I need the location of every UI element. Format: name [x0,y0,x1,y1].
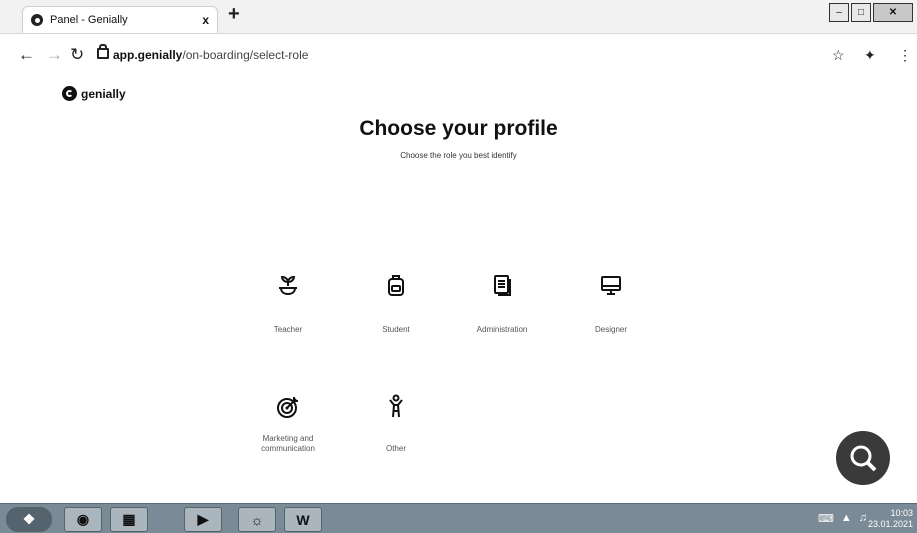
lock-icon [97,44,109,59]
role-label: Student [382,325,410,334]
role-card-designer[interactable]: Designer [566,273,656,335]
role-label: Administration [476,325,528,334]
magnifier-icon [850,445,877,472]
backpack-icon [388,275,404,296]
volume-icon[interactable]: ♫ [859,512,867,525]
close-window-button[interactable]: ✕ [873,3,913,22]
new-tab-button[interactable]: + [228,4,240,24]
url-path: /on-boarding/select-role [182,48,309,62]
genially-favicon-icon [31,14,43,26]
window-controls: – □ ✕ [829,3,913,22]
plant-icon [279,275,297,296]
keyboard-icon[interactable]: ⌨ [818,512,834,525]
person-icon [389,394,403,418]
role-label: Designer [594,325,627,334]
tab-title: Panel - Genially [50,14,128,26]
extension-icon[interactable]: ✦ [864,45,876,65]
tab-close-button[interactable]: x [202,13,209,27]
start-button[interactable]: ❖ [6,507,52,532]
network-icon[interactable]: ▲ [841,512,852,525]
genially-logo-icon [62,86,77,101]
system-tray: ⌨ ▲ ♫ [818,512,867,525]
role-label: Teacher [273,325,303,334]
role-card-marketing[interactable]: Marketing and communication [243,394,333,454]
back-arrow-icon[interactable]: ← [18,45,35,65]
role-card-other[interactable]: Other [351,394,441,454]
role-label: Other [385,444,406,453]
document-icon [494,275,511,296]
logo-text: genially [81,86,126,101]
page-title: Choose your profile [359,117,558,140]
url-host: app.genially [113,48,183,62]
clock-date: 23.01.2021 [867,519,913,529]
genially-logo[interactable]: genially [62,86,126,101]
reload-icon[interactable]: ↻ [70,45,84,65]
file-explorer-taskbar-icon[interactable]: ▦ [110,507,148,532]
bookmark-star-icon[interactable]: ☆ [832,45,845,65]
target-icon [277,397,298,418]
page-subtitle: Choose the role you best identify [400,151,517,160]
app-taskbar-icon[interactable]: ☼ [238,507,276,532]
windows-taskbar: ❖ ◉ ▦ ▶ ☼ W ⌨ ▲ ♫ 10:03 23.01.2021 [0,503,917,533]
media-player-taskbar-icon[interactable]: ▶ [184,507,222,532]
browser-tab[interactable]: Panel - Genially x [22,6,218,33]
menu-kebab-icon[interactable]: ⋮ [898,45,912,65]
taskbar-clock[interactable]: 10:03 23.01.2021 [868,508,913,530]
chrome-taskbar-icon[interactable]: ◉ [64,507,102,532]
role-card-student[interactable]: Student [351,273,441,335]
address-bar[interactable]: app.genially/on-boarding/select-role [113,48,308,62]
word-taskbar-icon[interactable]: W [284,507,322,532]
clock-time: 10:03 [890,508,913,518]
role-label: Marketing and communication [261,434,315,453]
forward-arrow-icon[interactable]: → [46,45,63,65]
minimize-button[interactable]: – [829,3,849,22]
role-card-administration[interactable]: Administration [457,273,547,335]
browser-tab-strip: Panel - Genially x + – □ ✕ [0,0,917,34]
role-card-teacher[interactable]: Teacher [243,273,333,335]
monitor-icon [601,276,621,295]
zoom-magnifier-button[interactable] [836,431,890,485]
browser-toolbar: ← → ↻ app.genially/on-boarding/select-ro… [0,34,917,76]
maximize-button[interactable]: □ [851,3,871,22]
